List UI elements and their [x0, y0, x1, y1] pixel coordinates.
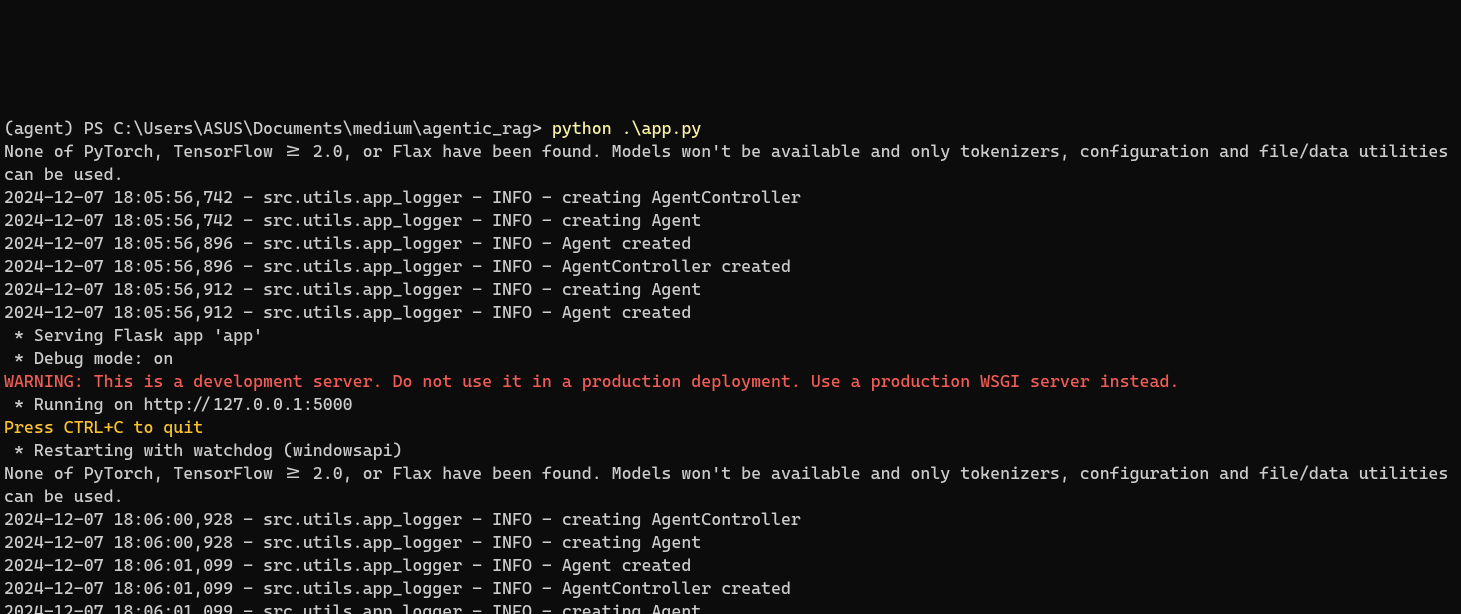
output-line: 2024-12-07 18:06:00,928 - src.utils.app_…: [4, 508, 1457, 531]
output-line: None of PyTorch, TensorFlow >= 2.0, or F…: [4, 462, 1457, 508]
output-line: 2024-12-07 18:05:56,912 - src.utils.app_…: [4, 301, 1457, 324]
output-line: 2024-12-07 18:06:01,099 - src.utils.app_…: [4, 600, 1457, 614]
output-line: * Running on http://127.0.0.1:5000: [4, 393, 1457, 416]
prompt-command: python .\app.py: [552, 118, 701, 138]
prompt-path: C:\Users\ASUS\Documents\medium\agentic_r…: [114, 118, 542, 138]
output-line: 2024-12-07 18:06:00,928 - src.utils.app_…: [4, 531, 1457, 554]
prompt-line: (agent) PS C:\Users\ASUS\Documents\mediu…: [4, 117, 1457, 140]
output-line: * Restarting with watchdog (windowsapi): [4, 439, 1457, 462]
output-line: None of PyTorch, TensorFlow >= 2.0, or F…: [4, 140, 1457, 186]
terminal-output[interactable]: (agent) PS C:\Users\ASUS\Documents\mediu…: [0, 115, 1461, 614]
output-line: 2024-12-07 18:06:01,099 - src.utils.app_…: [4, 554, 1457, 577]
output-line: 2024-12-07 18:06:01,099 - src.utils.app_…: [4, 577, 1457, 600]
output-line: 2024-12-07 18:05:56,742 - src.utils.app_…: [4, 209, 1457, 232]
prompt-env: (agent): [4, 118, 74, 138]
prompt-shell: PS: [84, 118, 104, 138]
output-line: 2024-12-07 18:05:56,896 - src.utils.app_…: [4, 232, 1457, 255]
output-line: 2024-12-07 18:05:56,742 - src.utils.app_…: [4, 186, 1457, 209]
output-line: 2024-12-07 18:05:56,896 - src.utils.app_…: [4, 255, 1457, 278]
warning-line: WARNING: This is a development server. D…: [4, 370, 1457, 393]
output-line: * Debug mode: on: [4, 347, 1457, 370]
output-line: * Serving Flask app 'app': [4, 324, 1457, 347]
ctrl-c-line: Press CTRL+C to quit: [4, 416, 1457, 439]
output-line: 2024-12-07 18:05:56,912 - src.utils.app_…: [4, 278, 1457, 301]
